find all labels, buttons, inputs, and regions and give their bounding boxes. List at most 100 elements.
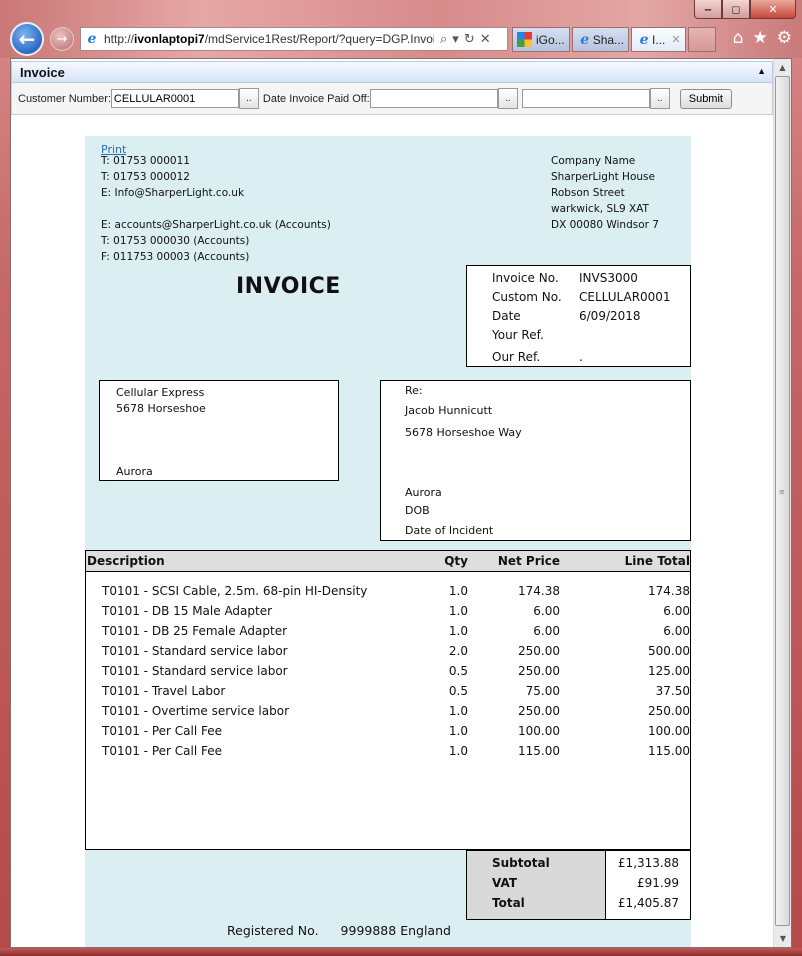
subtotal-label: Subtotal <box>492 856 550 870</box>
chevron-down-icon[interactable]: ▾ <box>452 32 459 47</box>
item-description: T0101 - DB 25 Female Adapter <box>102 624 288 638</box>
ie-icon: e <box>580 31 590 48</box>
item-description: T0101 - Standard service labor <box>102 644 288 658</box>
item-description: T0101 - Per Call Fee <box>102 744 222 758</box>
item-description: T0101 - DB 15 Male Adapter <box>102 604 273 618</box>
ie-page-icon: e <box>87 31 97 47</box>
page-viewport: Invoice ▲ Customer Number: .. Date Invoi… <box>10 58 792 948</box>
tab-igoogle[interactable]: iGo... <box>512 27 570 52</box>
meta-row: Invoice No. INVS3000 <box>492 270 638 285</box>
customer-number-input[interactable] <box>110 89 239 108</box>
registration-info: Registered No. 9999888 England <box>227 923 451 938</box>
item-description: T0101 - Per Call Fee <box>102 724 222 738</box>
item-net-price: 250.00 <box>518 664 560 678</box>
address-tools: ⌕ ▾ ↻ ✕ <box>440 32 491 47</box>
table-row: T0101 - DB 25 Female Adapter 1.0 6.00 6.00 <box>86 621 690 641</box>
meta-row: Date 6/09/2018 <box>492 308 641 323</box>
bill-to-box: Cellular Express 5678 Horseshoe Aurora <box>99 380 339 481</box>
stop-icon[interactable]: ✕ <box>480 32 491 47</box>
date-paid-to-input[interactable] <box>521 89 650 108</box>
vertical-scrollbar[interactable]: ▲ ≡ ▼ <box>773 59 791 947</box>
customer-number-browse-button[interactable]: .. <box>238 88 259 109</box>
item-net-price: 174.38 <box>518 584 560 598</box>
invoice-document: Print T: 01753 000011 T: 01753 000012 E:… <box>85 136 691 947</box>
item-line-total: 174.38 <box>648 584 690 598</box>
table-row: T0101 - Standard service labor 0.5 250.00 1… <box>86 661 690 681</box>
column-net-price: Net Price <box>497 554 560 568</box>
search-icon[interactable]: ⌕ <box>440 32 447 47</box>
table-row: T0101 - Overtime service labor 1.0 250.00 2… <box>86 701 690 721</box>
item-qty: 1.0 <box>448 704 468 718</box>
back-arrow-icon: ← <box>18 27 36 51</box>
column-line-total: Line Total <box>624 554 690 568</box>
item-description: T0101 - SCSI Cable, 2.5m. 68-pin HI-Dens… <box>102 584 368 598</box>
item-net-price: 75.00 <box>525 684 560 698</box>
scroll-down-arrow-icon[interactable]: ▼ <box>774 930 791 947</box>
tab-strip: iGo... e Sha... e I... ✕ <box>512 27 718 52</box>
item-qty: 1.0 <box>448 604 468 618</box>
item-net-price: 250.00 <box>518 704 560 718</box>
ie-icon: e <box>639 31 649 48</box>
item-qty: 1.0 <box>448 624 468 638</box>
column-description: Description <box>87 554 165 568</box>
subtotal-value: £1,313.88 <box>617 856 679 870</box>
date-paid-label: Date Invoice Paid Off: <box>262 92 370 105</box>
submit-button[interactable]: Submit <box>679 88 732 109</box>
table-row: T0101 - Standard service labor 2.0 250.00 5… <box>86 641 690 661</box>
item-line-total: 115.00 <box>648 744 690 758</box>
company-address: Company Name SharperLight House Robson S… <box>551 155 659 231</box>
item-qty: 2.0 <box>448 644 468 658</box>
meta-row: Our Ref.. <box>492 349 583 364</box>
item-line-total: 37.50 <box>655 684 690 698</box>
item-qty: 1.0 <box>448 584 468 598</box>
table-row: T0101 - Travel Labor 0.5 75.00 37.50 <box>86 681 690 701</box>
table-row: T0101 - Per Call Fee 1.0 115.00 115.00 <box>86 741 690 761</box>
total-label: Total <box>492 896 525 910</box>
item-description: T0101 - Overtime service labor <box>102 704 289 718</box>
item-line-total: 500.00 <box>648 644 690 658</box>
collapse-icon[interactable]: ▲ <box>757 66 766 76</box>
item-qty: 1.0 <box>448 724 468 738</box>
panel-title: Invoice <box>20 65 65 80</box>
home-icon[interactable]: ⌂ <box>733 28 744 48</box>
address-bar[interactable]: e http://ivonlaptopi7/mdService1Rest/Rep… <box>80 27 508 51</box>
item-description: T0101 - Standard service labor <box>102 664 288 678</box>
close-window-button[interactable]: ✕ <box>750 0 796 19</box>
item-net-price: 6.00 <box>533 604 560 618</box>
minimize-button[interactable]: ‒ <box>694 0 722 19</box>
scrollbar-thumb[interactable]: ≡ <box>775 76 790 926</box>
forward-button[interactable]: → <box>50 27 74 51</box>
date-paid-to-picker-button[interactable]: .. <box>649 88 670 109</box>
gear-icon[interactable]: ⚙ <box>777 28 792 48</box>
invoice-meta-box: Invoice No. INVS3000 Custom No. CELLULAR00… <box>466 265 691 367</box>
new-tab-button[interactable] <box>687 27 716 52</box>
scroll-up-arrow-icon[interactable]: ▲ <box>774 59 791 76</box>
meta-row: Your Ref. <box>492 327 544 342</box>
address-url[interactable]: http://ivonlaptopi7/mdService1Rest/Repor… <box>104 32 434 46</box>
item-line-total: 250.00 <box>648 704 690 718</box>
item-line-total: 125.00 <box>648 664 690 678</box>
item-net-price: 115.00 <box>518 744 560 758</box>
browser-toolbar-icons: ⌂ ★ ⚙ <box>733 28 792 48</box>
vat-label: VAT <box>492 876 518 890</box>
item-qty: 0.5 <box>448 684 468 698</box>
item-line-total: 100.00 <box>648 724 690 738</box>
back-button[interactable]: ← <box>10 22 44 56</box>
google-icon <box>517 32 532 47</box>
date-paid-from-picker-button[interactable]: .. <box>497 88 518 109</box>
tab-invoice[interactable]: e I... ✕ <box>631 27 686 52</box>
date-paid-from-input[interactable] <box>369 89 498 108</box>
grip-icon: ≡ <box>779 488 785 496</box>
window-bottom-border <box>0 948 802 956</box>
tab-sharperlight[interactable]: e Sha... <box>571 27 630 52</box>
refresh-icon[interactable]: ↻ <box>464 32 475 47</box>
maximize-button[interactable]: ◻ <box>722 0 750 19</box>
item-qty: 1.0 <box>448 744 468 758</box>
invoice-title: INVOICE <box>236 274 341 299</box>
customer-number-label: Customer Number: <box>18 92 111 105</box>
star-icon[interactable]: ★ <box>753 28 768 48</box>
table-row: T0101 - SCSI Cable, 2.5m. 68-pin HI-Dens… <box>86 581 690 601</box>
close-tab-icon[interactable]: ✕ <box>671 33 680 46</box>
totals-box: Subtotal VAT Total £1,313.88 £91.99 £1,4… <box>466 850 691 920</box>
registered-value: 9999888 England <box>340 923 451 938</box>
